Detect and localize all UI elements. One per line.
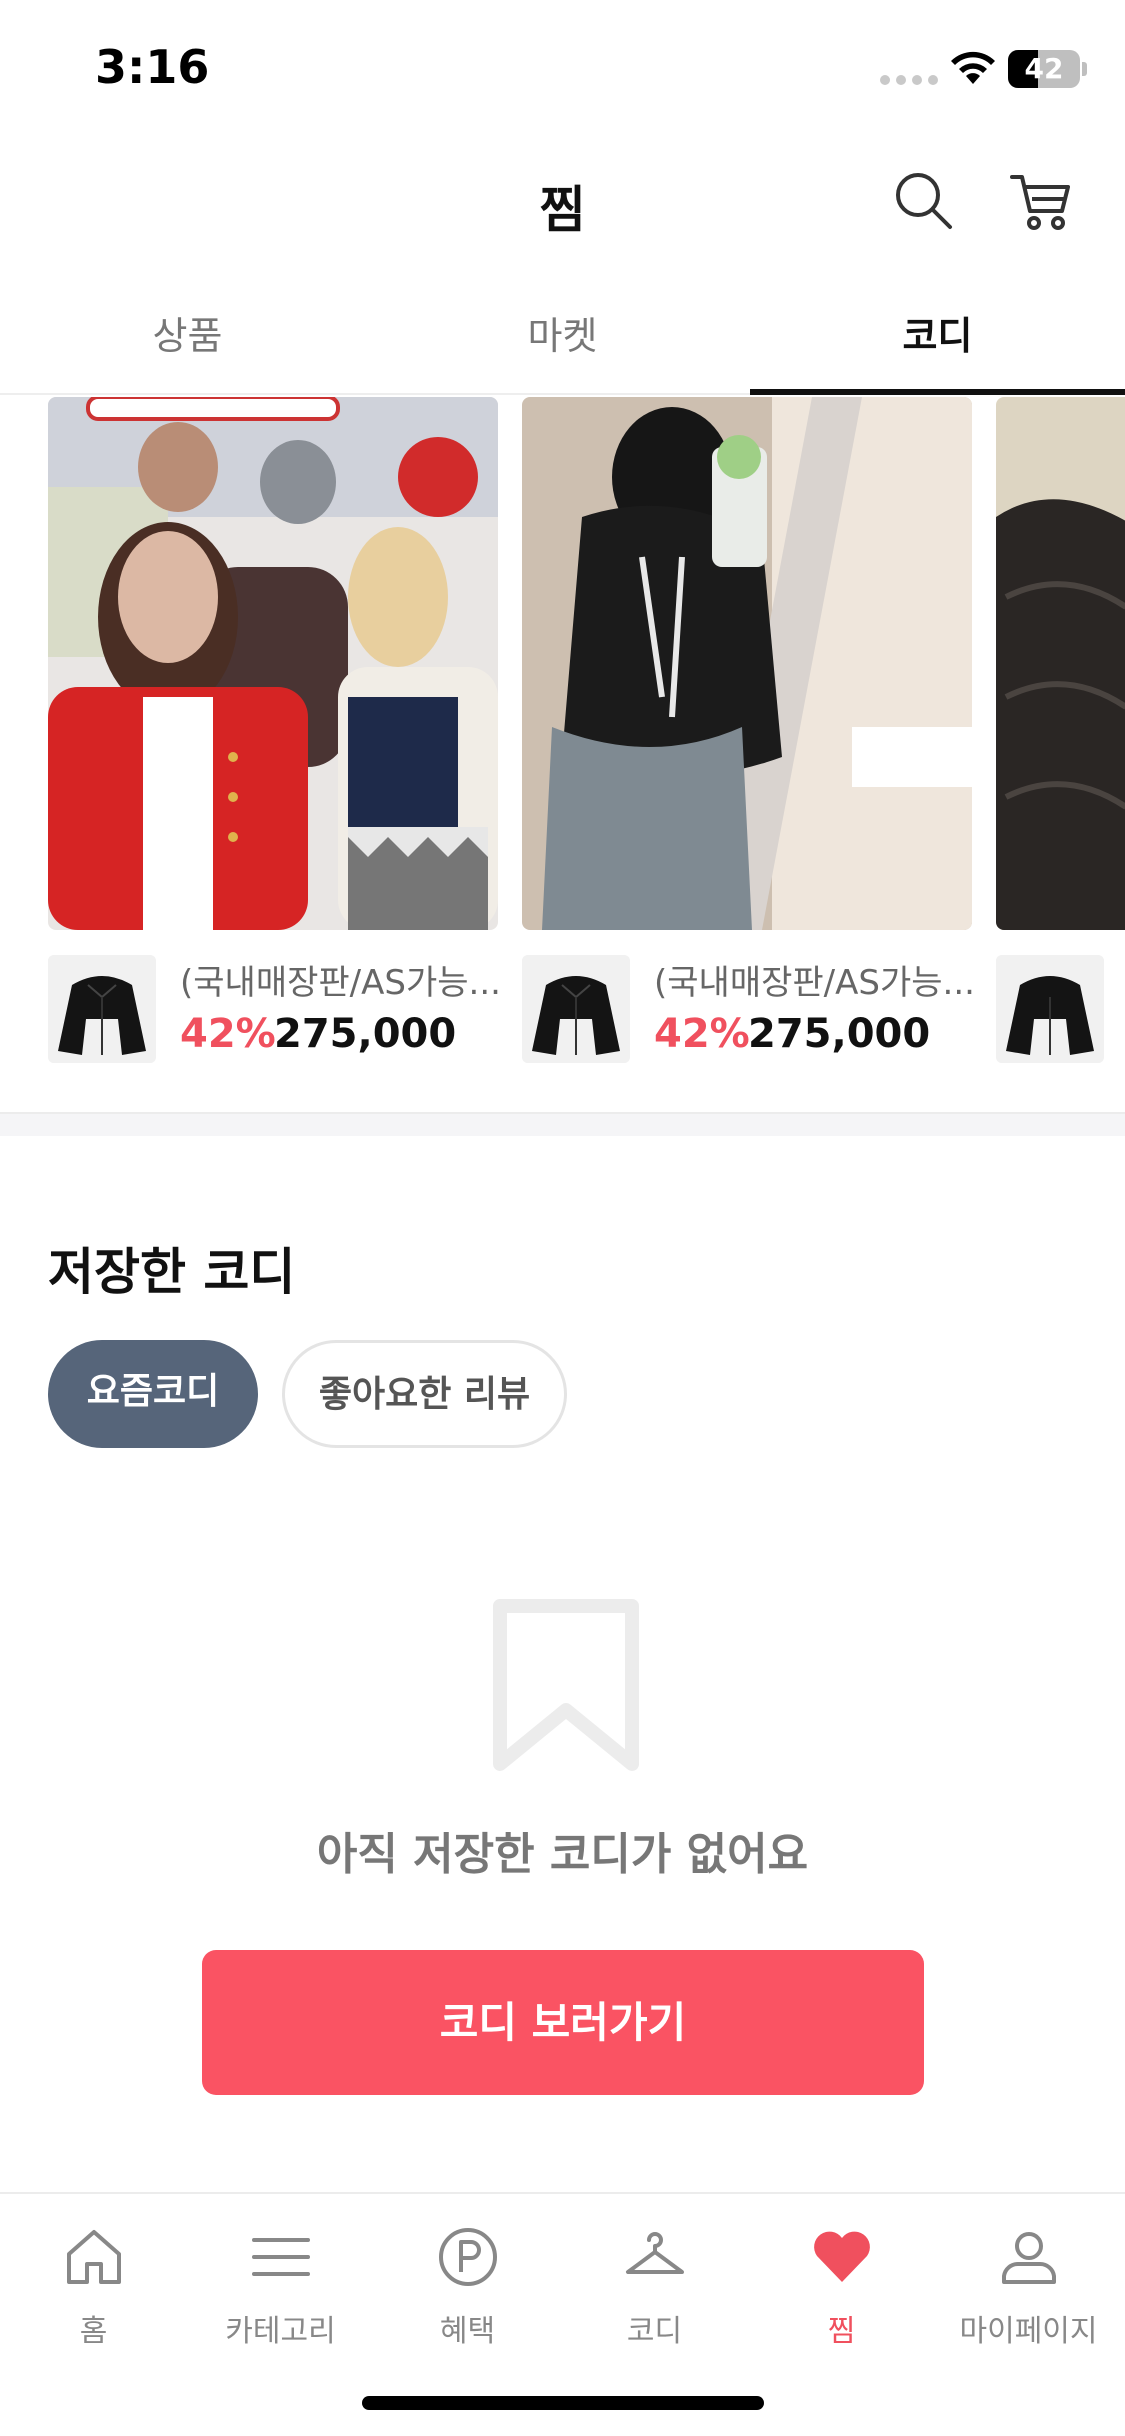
product-name: (국내매장판/AS가능... xyxy=(654,963,975,1003)
product-thumbnail[interactable] xyxy=(522,955,630,1063)
coordi-card[interactable]: (국내매장판/AS가능... 42% 275,000 xyxy=(522,397,975,1063)
bookmark-icon xyxy=(493,1599,639,1771)
nav-label: 찜 xyxy=(827,2314,856,2349)
coordi-carousel[interactable]: (국내매장판/AS가능... 42% 275,000 (국내매장판/AS가능..… xyxy=(0,397,1125,1077)
browse-coordi-button[interactable]: 코디 보러가기 xyxy=(202,1950,924,2095)
app-header: 찜 xyxy=(0,140,1125,260)
home-indicator[interactable] xyxy=(362,2396,764,2410)
coordi-photo[interactable] xyxy=(48,397,498,930)
cart-icon[interactable] xyxy=(1006,165,1076,235)
product-price: 275,000 xyxy=(274,1011,457,1057)
battery-icon: 42 xyxy=(1008,50,1080,88)
nav-coordi[interactable]: 코디 xyxy=(561,2222,748,2350)
heart-icon xyxy=(813,2231,870,2282)
nav-label: 홈 xyxy=(79,2314,108,2349)
home-icon xyxy=(66,2230,121,2284)
empty-state-message: 아직 저장한 코디가 없어요 xyxy=(316,1829,809,1880)
product-row[interactable]: (국내매장판/AS가능... 42% 275,000 xyxy=(48,955,518,1065)
nav-benefits[interactable]: 혜택 xyxy=(374,2222,561,2350)
nav-label: 마이페이지 xyxy=(959,2314,1098,2349)
status-time: 3:16 xyxy=(95,40,210,94)
tab-markets[interactable]: 마켓 xyxy=(375,285,750,393)
wifi-icon xyxy=(951,51,995,84)
coordi-card[interactable]: (국내매장판/AS가능... 42% 275,000 xyxy=(48,397,501,1063)
coordi-photo[interactable] xyxy=(522,397,972,930)
product-name: (국내매장판/AS가능... xyxy=(180,963,501,1003)
hanger-icon xyxy=(625,2232,684,2274)
nav-label: 카테고리 xyxy=(225,2314,336,2349)
battery-percent: 42 xyxy=(1024,52,1064,85)
nav-mypage[interactable]: 마이페이지 xyxy=(935,2222,1122,2350)
product-price: 275,000 xyxy=(748,1011,931,1057)
tab-products[interactable]: 상품 xyxy=(0,285,375,393)
section-divider xyxy=(0,1112,1125,1136)
nav-category[interactable]: 카테고리 xyxy=(187,2222,374,2350)
tab-bar: 상품 마켓 코디 xyxy=(0,285,1125,395)
person-icon xyxy=(1001,2232,1056,2284)
nav-wishlist[interactable]: 찜 xyxy=(748,2222,935,2350)
discount-rate: 42% xyxy=(180,1011,276,1057)
search-icon[interactable] xyxy=(888,165,958,235)
product-thumbnail[interactable] xyxy=(996,955,1104,1063)
points-icon xyxy=(438,2228,497,2286)
chip-liked-reviews[interactable]: 좋아요한 리뷰 xyxy=(282,1340,567,1448)
chip-recent-coordi[interactable]: 요즘코디 xyxy=(48,1340,258,1448)
menu-icon xyxy=(251,2238,310,2276)
cellular-signal-icon xyxy=(880,75,938,85)
nav-home[interactable]: 홈 xyxy=(0,2222,187,2350)
tab-coordi[interactable]: 코디 xyxy=(750,285,1125,395)
nav-label: 혜택 xyxy=(439,2314,496,2349)
product-row[interactable] xyxy=(996,955,1125,1065)
coordi-photo[interactable] xyxy=(996,397,1125,930)
section-title: 저장한 코디 xyxy=(48,1243,296,1301)
product-thumbnail[interactable] xyxy=(48,955,156,1063)
product-row[interactable]: (국내매장판/AS가능... 42% 275,000 xyxy=(522,955,992,1065)
nav-label: 코디 xyxy=(626,2314,683,2349)
discount-rate: 42% xyxy=(654,1011,750,1057)
battery-tip xyxy=(1082,62,1087,76)
status-bar: 3:16 42 xyxy=(0,0,1125,135)
coordi-card[interactable] xyxy=(996,397,1125,1063)
